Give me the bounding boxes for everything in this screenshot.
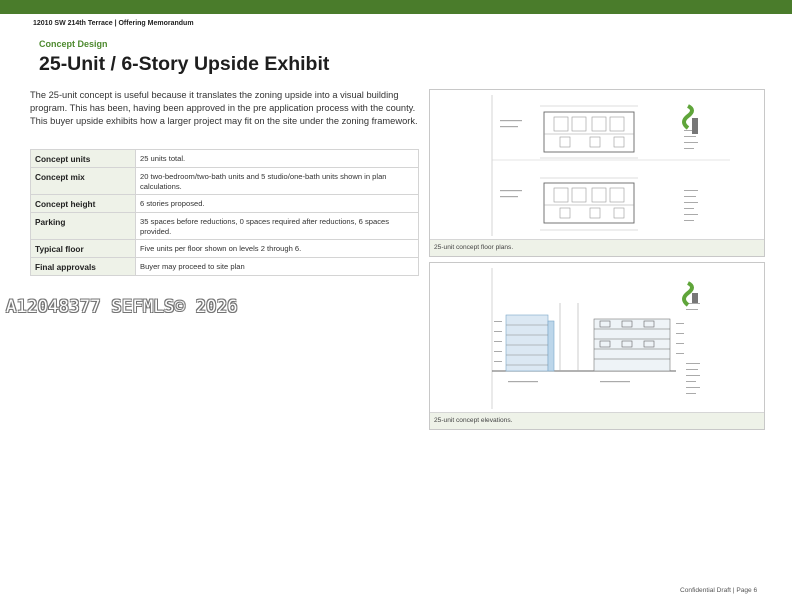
concept-facts-table: Concept units 25 units total. Concept mix… xyxy=(30,149,419,277)
floor-plans-svg xyxy=(491,95,730,236)
fact-value: Buyer may proceed to site plan xyxy=(135,257,419,277)
logo-bar-icon xyxy=(692,293,698,303)
fact-label: Concept mix xyxy=(30,166,136,196)
page-footer: Confidential Draft | Page 6 xyxy=(680,587,758,594)
table-row: Concept mix 20 two-bedroom/two-bath units… xyxy=(30,166,419,196)
intro-paragraph: The 25-unit concept is useful because it… xyxy=(30,90,418,127)
table-row: Parking 35 spaces before reductions, 0 sp… xyxy=(30,212,419,241)
table-row: Typical floor Five units per floor shown … xyxy=(30,239,419,259)
top-brand-bar xyxy=(0,0,792,14)
fact-value: 20 two-bedroom/two-bath units and 5 stud… xyxy=(135,166,419,196)
fact-value: 35 spaces before reductions, 0 spaces re… xyxy=(135,212,419,241)
elevations-drawing xyxy=(430,263,764,412)
mls-watermark: A12048377 SEFMLS© 2026 xyxy=(6,297,238,317)
fact-label: Concept height xyxy=(30,194,136,214)
table-row: Final approvals Buyer may proceed to site… xyxy=(30,257,419,277)
elevations-caption: 25-unit concept elevations. xyxy=(430,412,764,429)
table-row: Concept height 6 stories proposed. xyxy=(30,194,419,214)
elevations-figure: 25-unit concept elevations. xyxy=(429,262,765,430)
floor-plans-drawing xyxy=(430,90,764,239)
logo-mark-icon xyxy=(682,281,694,307)
logo-bar-icon xyxy=(692,118,698,134)
elevations-svg xyxy=(491,268,700,409)
logo-mark-icon xyxy=(682,104,694,130)
fact-label: Final approvals xyxy=(30,257,136,277)
fact-value: 6 stories proposed. xyxy=(135,194,419,214)
floor-plans-caption: 25-unit concept floor plans. xyxy=(430,239,764,256)
table-row: Concept units 25 units total. xyxy=(30,149,419,168)
fact-value: 25 units total. xyxy=(135,149,419,168)
floor-plans-figure: 25-unit concept floor plans. xyxy=(429,89,765,257)
fact-label: Parking xyxy=(30,212,136,241)
fact-label: Typical floor xyxy=(30,239,136,259)
fact-value: Five units per floor shown on levels 2 t… xyxy=(135,239,419,259)
document-header: 12010 SW 214th Terrace | Offering Memora… xyxy=(33,20,194,27)
fact-label: Concept units xyxy=(30,149,136,168)
section-label: Concept Design xyxy=(39,39,108,49)
page-title: 25-Unit / 6-Story Upside Exhibit xyxy=(39,53,330,75)
